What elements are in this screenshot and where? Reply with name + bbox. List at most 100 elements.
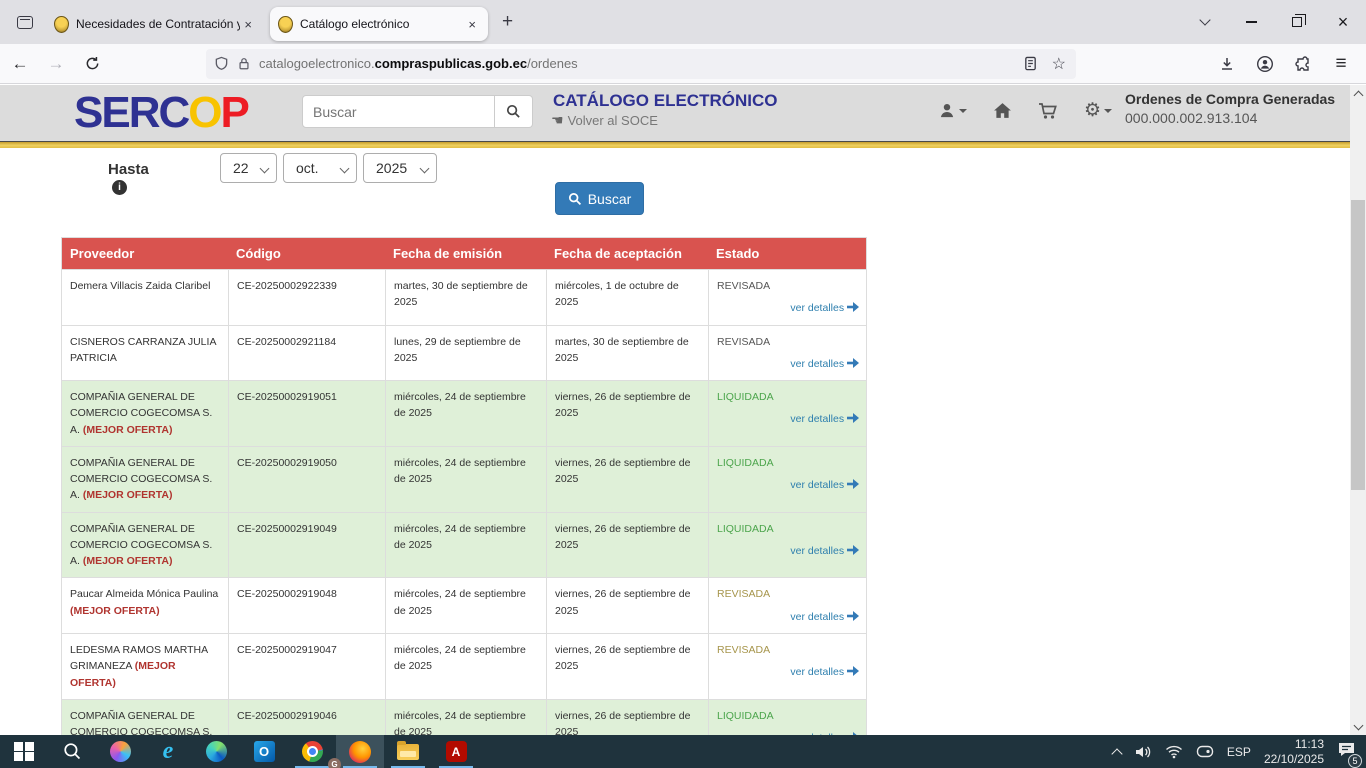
caret-down-icon (959, 109, 967, 113)
ver-detalles-link[interactable]: ver detalles (790, 413, 844, 425)
table-row: LEDESMA RAMOS MARTHA GRIMANEZA (MEJOR OF… (62, 633, 866, 699)
col-proveedor: Proveedor (62, 238, 228, 269)
downloads-button[interactable] (1212, 49, 1242, 79)
forward-button[interactable]: → (40, 49, 72, 79)
cell-estado: LIQUIDADA ver detalles (708, 513, 868, 578)
internet-explorer-button[interactable]: e (144, 735, 192, 768)
details-line: ver detalles (717, 300, 860, 316)
url-bar[interactable]: catalogoelectronico.compraspublicas.gob.… (206, 49, 1076, 79)
day-select[interactable]: 22 (220, 153, 277, 183)
search-input[interactable] (302, 95, 495, 128)
cell-estado: REVISADA ver detalles (708, 578, 868, 633)
table-row: COMPAÑIA GENERAL DE COMERCIO COGECOMSA S… (62, 699, 866, 735)
ver-detalles-link[interactable]: ver detalles (790, 302, 844, 314)
ver-detalles-link[interactable]: ver detalles (790, 666, 844, 678)
firefox-view-glyph (17, 16, 33, 29)
tab-close-icon[interactable]: × (240, 16, 256, 33)
cell-codigo: CE-20250002922339 (228, 270, 385, 325)
close-icon: × (1338, 13, 1349, 31)
scroll-up-arrow[interactable] (1350, 85, 1366, 101)
buscar-button[interactable]: Buscar (555, 182, 644, 215)
acrobat-button[interactable]: A (432, 735, 480, 768)
user-icon (938, 102, 956, 119)
cell-codigo: CE-20250002919048 (228, 578, 385, 633)
scroll-down-arrow[interactable] (1350, 719, 1366, 735)
wifi-icon[interactable] (1165, 744, 1183, 759)
settings-menu-button[interactable]: ⚙ (1084, 101, 1112, 120)
month-select[interactable]: oct. (283, 153, 357, 183)
chrome-button[interactable]: G (288, 735, 336, 768)
header-search (302, 95, 533, 128)
taskbar-search-button[interactable] (48, 735, 96, 768)
info-icon[interactable]: i (112, 180, 127, 195)
ver-detalles-link[interactable]: ver detalles (790, 611, 844, 623)
details-line: ver detalles (717, 356, 860, 372)
back-button[interactable]: ← (4, 49, 36, 79)
extensions-button[interactable] (1288, 49, 1318, 79)
back-to-soce-link[interactable]: ☚ Volver al SOCE (551, 112, 658, 129)
user-menu-button[interactable] (938, 102, 967, 119)
copilot-button[interactable] (96, 735, 144, 768)
month-select-wrap: oct. (283, 153, 357, 183)
bookmark-star-icon[interactable]: ☆ (1052, 54, 1066, 74)
cell-estado: LIQUIDADA ver detalles (708, 447, 868, 512)
meet-now-icon[interactable] (1196, 744, 1214, 759)
provider-name: COMPAÑIA GENERAL DE COMERCIO COGECOMSA S… (70, 710, 212, 735)
cell-codigo: CE-20250002919046 (228, 700, 385, 735)
home-button[interactable] (993, 102, 1012, 119)
table-row: COMPAÑIA GENERAL DE COMERCIO COGECOMSA S… (62, 446, 866, 512)
arrow-right-icon (847, 611, 860, 621)
year-select[interactable]: 2025 (363, 153, 437, 183)
window-close-button[interactable]: × (1320, 0, 1366, 44)
cell-estado: REVISADA ver detalles (708, 270, 868, 325)
col-fecha-emision: Fecha de emisión (385, 238, 546, 269)
lock-icon (237, 56, 251, 71)
tab-necesidades[interactable]: Necesidades de Contratación y × (46, 7, 264, 41)
account-button[interactable] (1250, 49, 1280, 79)
ver-detalles-link[interactable]: ver detalles (790, 358, 844, 370)
tab-close-icon[interactable]: × (464, 16, 480, 33)
page-content: Hastai 22 oct. 2025 Buscar Proveedor Cód (0, 148, 1350, 735)
caret-down-icon (1104, 109, 1112, 113)
minimize-icon (1246, 21, 1257, 23)
language-indicator[interactable]: ESP (1227, 745, 1251, 759)
cell-codigo: CE-20250002919050 (228, 447, 385, 512)
firefox-view-icon[interactable] (10, 7, 40, 37)
ver-detalles-link[interactable]: ver detalles (790, 545, 844, 557)
scrollbar-thumb[interactable] (1351, 200, 1365, 490)
reader-mode-icon[interactable] (1023, 56, 1038, 71)
search-button[interactable] (495, 95, 533, 128)
window-restore-button[interactable] (1274, 0, 1320, 44)
outlook-button[interactable]: O (240, 735, 288, 768)
cart-button[interactable] (1038, 102, 1058, 120)
start-button[interactable] (0, 735, 48, 768)
restore-icon (1292, 17, 1302, 27)
menu-button[interactable]: ≡ (1326, 49, 1356, 79)
volume-icon[interactable] (1134, 744, 1152, 760)
year-select-wrap: 2025 (363, 153, 437, 183)
window-minimize-button[interactable] (1228, 0, 1274, 44)
tray-expand-icon[interactable] (1111, 748, 1122, 759)
ver-detalles-link[interactable]: ver detalles (790, 479, 844, 491)
edge-button[interactable] (192, 735, 240, 768)
action-center-button[interactable]: 5 (1337, 741, 1356, 763)
cell-proveedor: LEDESMA RAMOS MARTHA GRIMANEZA (MEJOR OF… (62, 634, 228, 699)
cell-codigo: CE-20250002921184 (228, 326, 385, 381)
tab-list-chevron-icon[interactable] (1182, 0, 1228, 44)
tab-catalogo[interactable]: Catálogo electrónico × (270, 7, 488, 41)
clock[interactable]: 11:13 22/10/2025 (1264, 737, 1324, 767)
reload-button[interactable] (76, 49, 108, 79)
firefox-button[interactable] (336, 735, 384, 768)
search-icon (63, 742, 82, 761)
url-subdomain: catalogoelectronico. (259, 56, 375, 71)
cell-fecha-aceptacion: viernes, 26 de septiembre de 2025 (546, 700, 708, 735)
arrow-right-icon (847, 545, 860, 555)
orders-table: Proveedor Código Fecha de emisión Fecha … (61, 237, 867, 735)
cell-proveedor: CISNEROS CARRANZA JULIA PATRICIA (62, 326, 228, 381)
cell-estado: REVISADA ver detalles (708, 326, 868, 381)
col-estado: Estado (708, 238, 868, 269)
new-tab-button[interactable]: + (492, 9, 523, 35)
status-badge: LIQUIDADA (717, 455, 860, 471)
file-explorer-button[interactable] (384, 735, 432, 768)
page-scrollbar[interactable] (1350, 85, 1366, 735)
